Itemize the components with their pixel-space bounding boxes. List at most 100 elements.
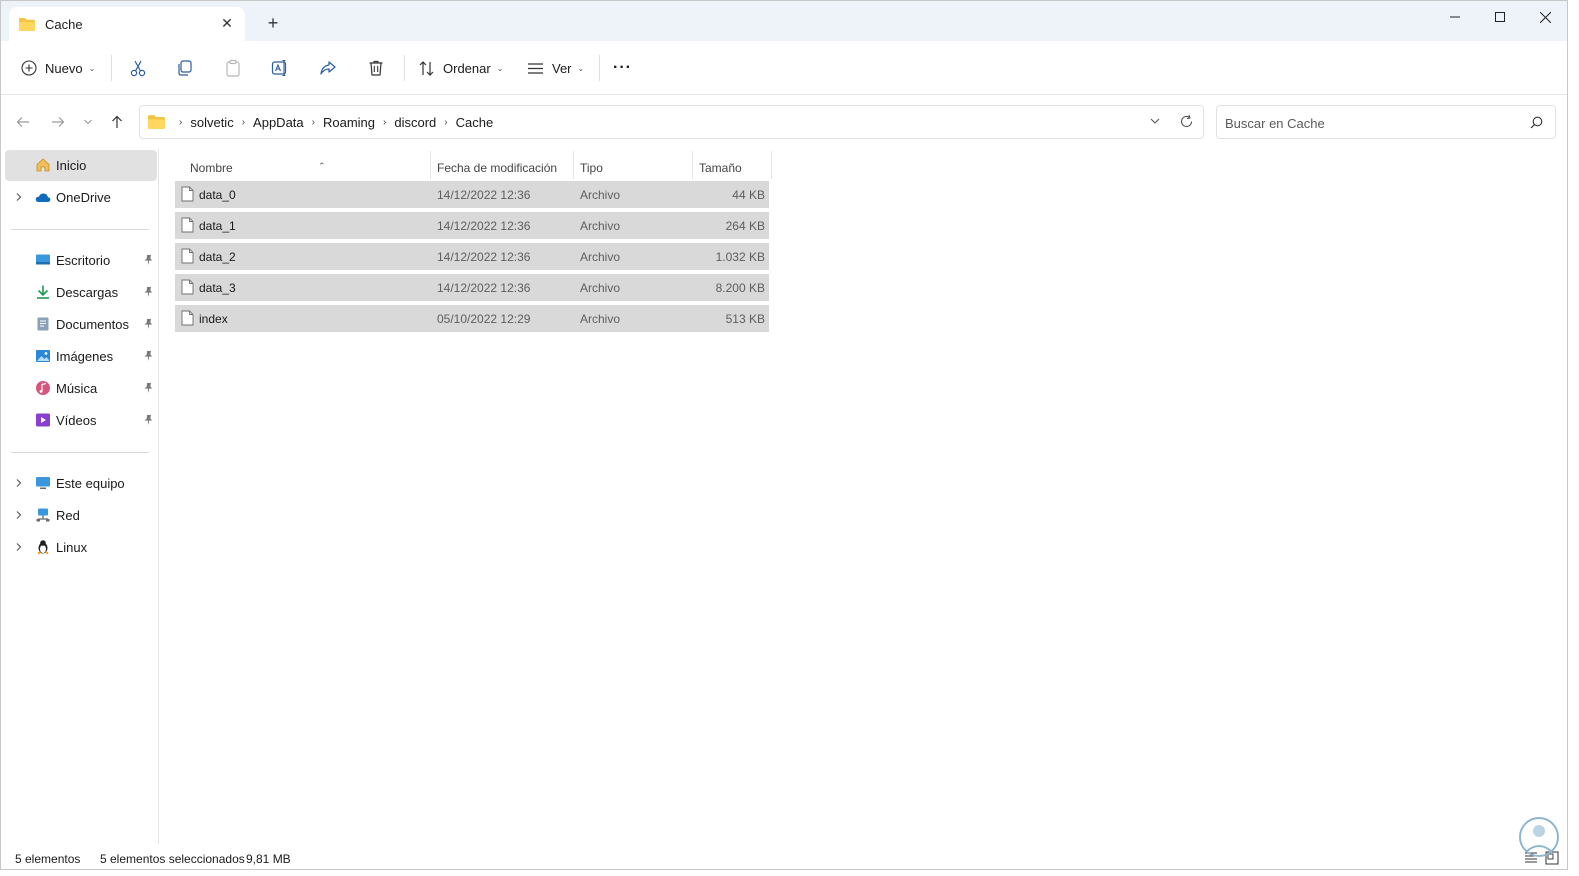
computer-icon <box>36 477 50 489</box>
column-header-size[interactable]: Tamaño <box>699 155 769 181</box>
file-row[interactable]: data_0 14/12/2022 12:36 Archivo 44 KB <box>175 181 769 208</box>
sort-ascending-icon: ⌃ <box>318 161 326 171</box>
sidebar-item-videos[interactable]: Vídeos <box>5 405 157 436</box>
maximize-icon <box>1495 12 1505 22</box>
view-button-label: Ver <box>552 60 572 76</box>
selected-count: 5 elementos seleccionados <box>100 852 245 866</box>
chevron-down-icon <box>84 119 92 125</box>
home-icon <box>36 158 50 172</box>
file-icon <box>181 186 194 202</box>
paste-button[interactable] <box>224 53 242 83</box>
view-list-icon <box>528 62 543 74</box>
column-header-name[interactable]: Nombre ⌃ <box>190 155 430 181</box>
cut-button[interactable] <box>129 53 147 83</box>
sidebar-item-network[interactable]: Red <box>5 500 157 531</box>
sidebar-item-desktop[interactable]: Escritorio <box>5 245 157 276</box>
sidebar-item-this-pc[interactable]: Este equipo <box>5 468 157 499</box>
breadcrumb-separator: › <box>444 116 448 128</box>
back-button[interactable] <box>12 111 34 133</box>
sidebar-item-label: Escritorio <box>56 253 111 268</box>
column-divider[interactable] <box>430 151 431 179</box>
breadcrumb-roaming[interactable]: Roaming <box>323 115 375 130</box>
breadcrumb-separator: › <box>383 116 387 128</box>
column-divider[interactable] <box>771 151 772 179</box>
breadcrumb-discord[interactable]: discord <box>394 115 436 130</box>
sidebar-item-home[interactable]: Inicio <box>5 150 157 181</box>
file-modified: 14/12/2022 12:36 <box>437 188 531 202</box>
column-header-type[interactable]: Tipo <box>580 155 692 181</box>
column-header-label: Fecha de modificación <box>437 161 558 175</box>
file-explorer-window: Cache ✕ + Nuevo ⌄ Ordenar ⌄ Ver ⌄ ··· › … <box>0 0 1568 870</box>
recent-locations-button[interactable] <box>77 111 99 133</box>
cloud-icon <box>35 193 51 202</box>
sort-button[interactable]: Ordenar ⌄ <box>418 53 503 83</box>
file-row[interactable]: data_2 14/12/2022 12:36 Archivo 1.032 KB <box>175 243 769 270</box>
file-name: data_1 <box>199 219 236 233</box>
file-icon <box>181 279 194 295</box>
tab-cache[interactable]: Cache ✕ <box>9 7 245 41</box>
pin-icon <box>144 351 153 361</box>
close-tab-icon[interactable]: ✕ <box>219 15 235 31</box>
folder-icon <box>148 115 165 129</box>
tab-title: Cache <box>45 16 83 32</box>
sidebar-item-onedrive[interactable]: OneDrive <box>5 182 157 213</box>
breadcrumb-appdata[interactable]: AppData <box>253 115 304 130</box>
column-divider[interactable] <box>573 151 574 179</box>
sidebar-item-documents[interactable]: Documentos <box>5 309 157 340</box>
breadcrumb-cache[interactable]: Cache <box>456 115 494 130</box>
address-bar[interactable]: › solvetic › AppData › Roaming › discord… <box>139 105 1204 139</box>
delete-button[interactable] <box>367 53 385 83</box>
sidebar-item-pictures[interactable]: Imágenes <box>5 341 157 372</box>
chevron-right-icon <box>16 193 22 201</box>
sidebar-item-downloads[interactable]: Descargas <box>5 277 157 308</box>
column-header-modified[interactable]: Fecha de modificación <box>437 155 573 181</box>
more-options-button[interactable]: ··· <box>613 53 632 83</box>
refresh-button[interactable] <box>1179 114 1195 130</box>
network-icon <box>36 508 50 522</box>
sort-icon <box>419 60 434 76</box>
file-type: Archivo <box>580 250 621 264</box>
share-button[interactable] <box>319 53 337 83</box>
file-name: index <box>199 312 228 326</box>
column-divider[interactable] <box>692 151 693 179</box>
view-button[interactable]: Ver ⌄ <box>527 53 584 83</box>
file-size: 44 KB <box>732 188 765 202</box>
file-name: data_0 <box>199 188 236 202</box>
file-row[interactable]: data_1 14/12/2022 12:36 Archivo 264 KB <box>175 212 769 239</box>
new-button[interactable]: Nuevo ⌄ <box>21 53 95 83</box>
desktop-icon <box>36 254 50 265</box>
breadcrumb-separator: › <box>241 116 246 128</box>
file-row[interactable]: data_3 14/12/2022 12:36 Archivo 8.200 KB <box>175 274 769 301</box>
search-input[interactable] <box>1225 114 1515 132</box>
documents-icon <box>37 317 49 331</box>
breadcrumb-separator: › <box>311 116 315 128</box>
chevron-right-icon <box>16 511 22 519</box>
file-type: Archivo <box>580 281 621 295</box>
sidebar-item-label: Imágenes <box>56 349 114 364</box>
file-icon <box>181 310 194 326</box>
music-icon <box>36 381 50 395</box>
file-row[interactable]: index 05/10/2022 12:29 Archivo 513 KB <box>175 305 769 332</box>
pin-icon <box>144 319 153 329</box>
pin-icon <box>144 287 153 297</box>
chevron-down-icon: ⌄ <box>577 63 585 73</box>
paste-icon <box>226 59 240 77</box>
address-history-button[interactable] <box>1149 115 1163 129</box>
forward-button[interactable] <box>47 111 69 133</box>
sidebar-item-label: Documentos <box>56 317 129 332</box>
pictures-icon <box>36 350 50 362</box>
up-button[interactable] <box>106 111 128 133</box>
close-window-button[interactable] <box>1522 5 1567 29</box>
search-icon[interactable] <box>1530 116 1543 132</box>
minimize-button[interactable] <box>1432 5 1478 29</box>
trash-icon <box>369 60 383 76</box>
maximize-button[interactable] <box>1477 5 1523 29</box>
sidebar-item-label: Inicio <box>56 158 87 173</box>
rename-button[interactable] <box>271 53 289 83</box>
column-header-label: Tamaño <box>699 161 742 175</box>
sidebar-item-music[interactable]: Música <box>5 373 157 404</box>
sidebar-item-linux[interactable]: Linux <box>5 532 157 563</box>
breadcrumb-solvetic[interactable]: solvetic <box>190 115 233 130</box>
copy-button[interactable] <box>176 53 194 83</box>
add-tab-button[interactable]: + <box>263 13 283 33</box>
